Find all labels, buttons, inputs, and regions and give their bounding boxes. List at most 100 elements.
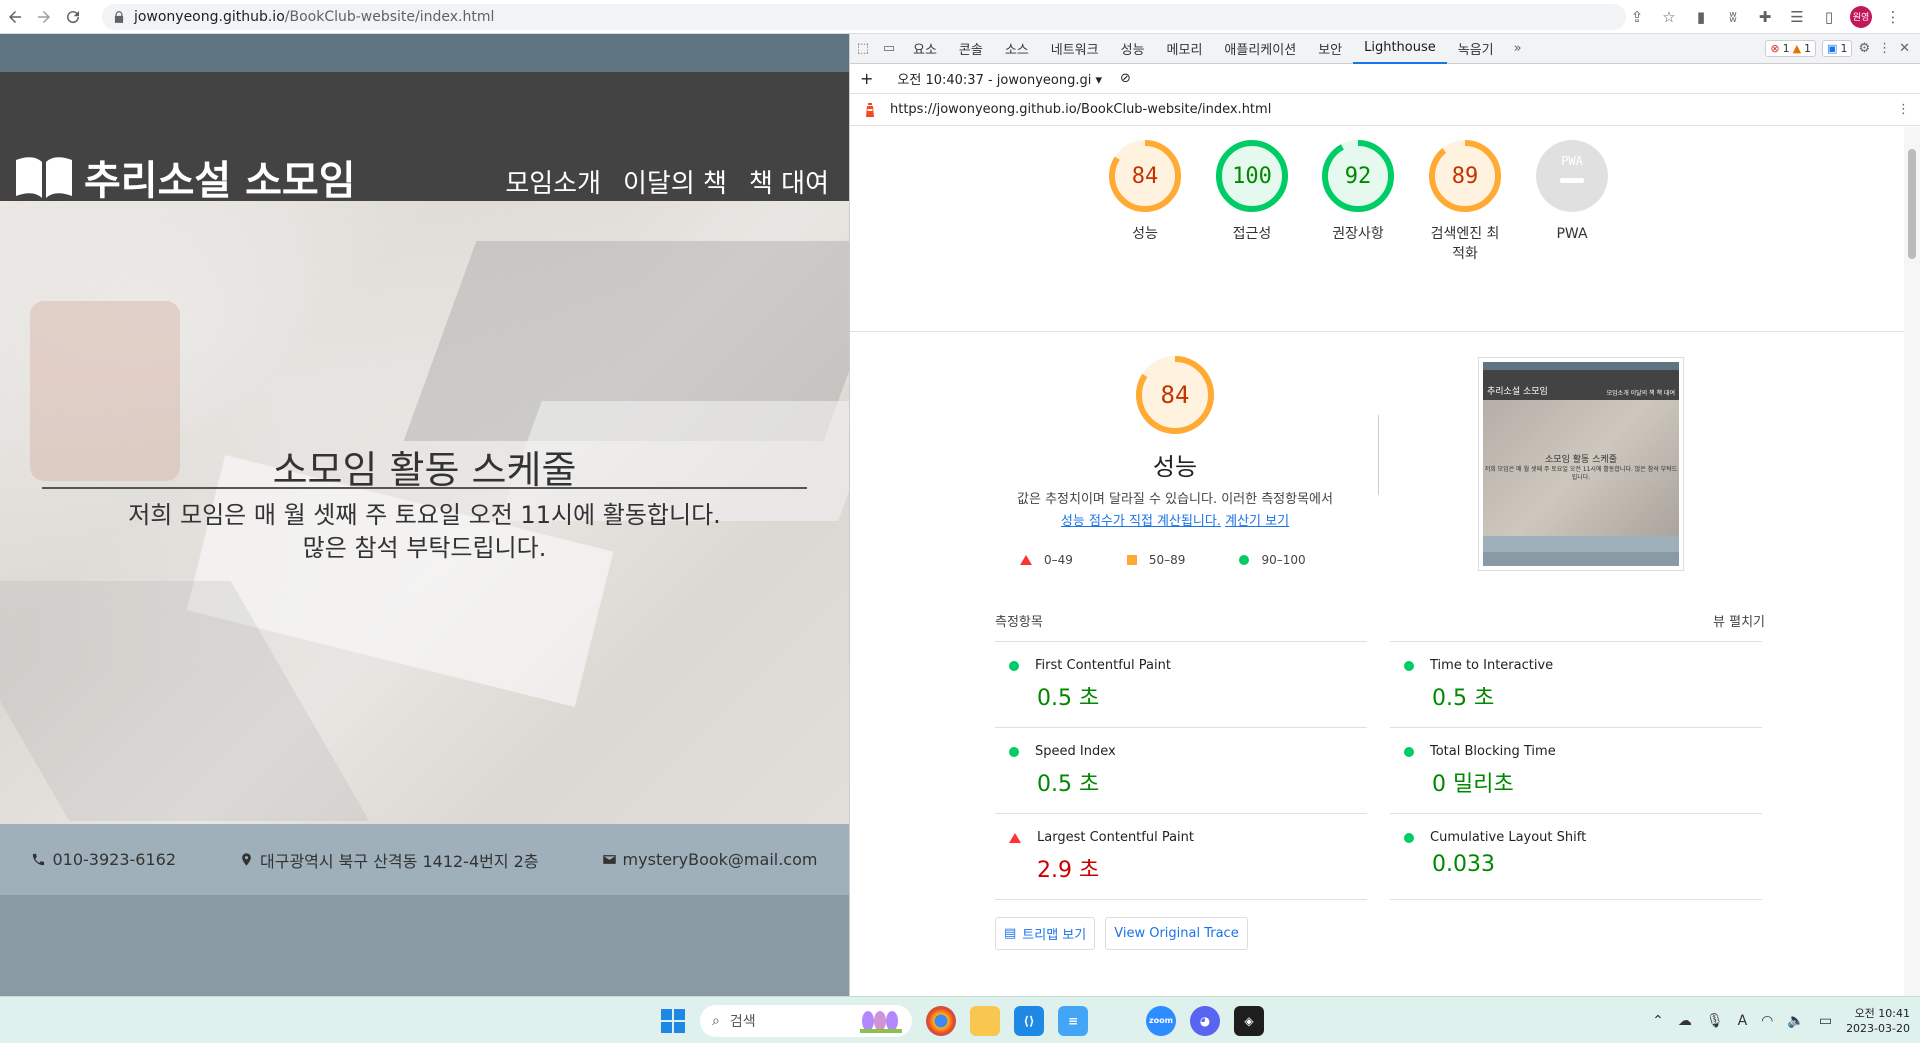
- device-toolbar-icon[interactable]: ▭: [876, 36, 902, 62]
- tab-performance[interactable]: 성능: [1110, 34, 1156, 64]
- report-selector[interactable]: 오전 10:40:37 - jowonyeong.gi ▾: [883, 69, 1102, 88]
- metric-value: 0.5 초: [1432, 686, 1495, 711]
- site-header: 추리소설 소모임 모임소개 이달의 책 책 대여: [0, 72, 849, 204]
- reload-icon: [67, 10, 80, 23]
- tab-elements[interactable]: 요소: [902, 34, 948, 64]
- gauge-seo[interactable]: 89 검색엔진 최적화: [1410, 140, 1520, 264]
- metric-name: Time to Interactive: [1430, 658, 1554, 673]
- more-tabs-icon[interactable]: »: [1505, 36, 1531, 62]
- gauge-ring: PWA: [1536, 140, 1608, 212]
- tab-console[interactable]: 콘솔: [948, 34, 994, 64]
- treemap-button[interactable]: ▤ 트리맵 보기: [995, 917, 1096, 950]
- view-trace-button[interactable]: View Original Trace: [1105, 917, 1248, 950]
- tab-memory[interactable]: 메모리: [1156, 34, 1214, 64]
- footer-address: 대구광역시 북구 산격동 1412-4번지 2층: [239, 848, 539, 872]
- report-menu-icon[interactable]: ⋮: [1897, 102, 1910, 117]
- nav-book-of-month[interactable]: 이달의 책: [623, 163, 727, 200]
- side-panel-icon[interactable]: ▯: [1818, 6, 1840, 28]
- profile-avatar[interactable]: 원영: [1850, 5, 1873, 28]
- zoom-icon[interactable]: zoom: [1146, 1005, 1176, 1036]
- footer-phone-text: 010-3923-6162: [52, 850, 177, 869]
- final-screenshot[interactable]: 추리소설 소모임 모임소개 이달의 책 책 대여 소모임 활동 스케줄 저희 모임…: [1478, 357, 1684, 571]
- performance-title: 성능: [1152, 453, 1198, 481]
- tab-security[interactable]: 보안: [1307, 34, 1353, 64]
- tab-sources[interactable]: 소스: [994, 34, 1040, 64]
- new-report-icon[interactable]: +: [860, 69, 873, 88]
- discord-icon[interactable]: ◕: [1190, 1005, 1220, 1036]
- expand-view-toggle[interactable]: 뷰 펼치기: [1713, 611, 1765, 630]
- console-counts-badge[interactable]: ⊗ 1 ▲ 1: [1765, 40, 1817, 57]
- thumb-strip: [1483, 362, 1679, 370]
- metric-value: 0.033: [1432, 852, 1495, 877]
- scrollbar-thumb[interactable]: [1908, 149, 1916, 259]
- puzzle-icon[interactable]: ✚: [1754, 6, 1776, 28]
- inspect-element-icon[interactable]: ⬚: [850, 36, 876, 62]
- gauge-performance[interactable]: 84 성능: [1090, 140, 1200, 244]
- reading-list-icon[interactable]: ☰: [1786, 6, 1808, 28]
- hero-title: 소모임 활동 스케줄: [272, 448, 577, 492]
- nav-book-rental[interactable]: 책 대여: [749, 163, 829, 200]
- vscode-icon[interactable]: ⟨⟩: [1014, 1005, 1044, 1036]
- clear-icon[interactable]: ⊘: [1112, 71, 1131, 86]
- legend-pass-label: 90–100: [1261, 553, 1306, 567]
- notepad-icon[interactable]: ≡: [1058, 1005, 1088, 1036]
- metric-name: Total Blocking Time: [1430, 744, 1556, 759]
- legend-fail-label: 0–49: [1044, 553, 1073, 567]
- back-button[interactable]: [0, 2, 29, 32]
- volume-icon[interactable]: 🔈: [1787, 1013, 1804, 1029]
- onedrive-cloud-icon[interactable]: ☁: [1678, 1013, 1692, 1029]
- report-scrollbar[interactable]: [1904, 127, 1920, 996]
- taskbar-clock[interactable]: 오전 10:41 2023-03-20: [1846, 1006, 1910, 1036]
- taskbar-search[interactable]: ⌕ 검색: [700, 1004, 912, 1037]
- ime-indicator[interactable]: A: [1738, 1013, 1748, 1029]
- battery-icon[interactable]: ▭: [1819, 1013, 1832, 1029]
- message-count: 1: [1840, 42, 1848, 55]
- tab-application[interactable]: 애플리케이션: [1213, 34, 1307, 64]
- report-buttons: ▤ 트리맵 보기 View Original Trace: [995, 917, 1248, 950]
- extension-icon[interactable]: ▮: [1690, 6, 1712, 28]
- gauge-best-practices[interactable]: 92 권장사항: [1303, 140, 1413, 244]
- chevron-up-icon[interactable]: ⌃: [1652, 1013, 1664, 1029]
- microphone-icon[interactable]: 🎙: [1706, 1013, 1724, 1029]
- forward-button[interactable]: [29, 2, 58, 32]
- gauge-label: 성능: [1132, 226, 1158, 242]
- pwa-badge-text: PWA: [1561, 154, 1583, 168]
- metric-name: Cumulative Layout Shift: [1430, 830, 1587, 845]
- reload-button[interactable]: [59, 2, 88, 32]
- address-bar[interactable]: jowonyeong.github.io/BookClub-website/in…: [101, 3, 1627, 30]
- wappalyzer-icon[interactable]: ʬ: [1722, 6, 1744, 28]
- treemap-label: 트리맵 보기: [1022, 928, 1087, 943]
- arrow-right-icon: [37, 10, 50, 23]
- tab-lighthouse[interactable]: Lighthouse: [1353, 34, 1447, 64]
- chrome-app-icon[interactable]: [926, 1005, 956, 1036]
- gauge-accessibility[interactable]: 100 접근성: [1197, 140, 1307, 244]
- share-icon[interactable]: ⇪: [1626, 6, 1648, 28]
- bookmark-star-icon[interactable]: ☆: [1658, 6, 1680, 28]
- performance-summary: 84 성능 값은 추정치이며 달라질 수 있습니다. 이러한 측정항목에서 성능…: [850, 355, 1905, 575]
- close-icon[interactable]: ✕: [1899, 41, 1910, 56]
- calculator-link[interactable]: 계산기 보기: [1225, 514, 1289, 529]
- lighthouse-icon: [866, 102, 874, 117]
- tab-recorder[interactable]: 녹음기: [1447, 34, 1505, 64]
- gauge-label: 접근성: [1232, 226, 1272, 242]
- site-logo[interactable]: 추리소설 소모임: [14, 148, 356, 206]
- figma-icon[interactable]: ◈: [1234, 1005, 1264, 1036]
- wifi-icon[interactable]: ◠: [1761, 1013, 1773, 1029]
- file-explorer-icon[interactable]: [970, 1005, 1000, 1036]
- score-calc-link[interactable]: 성능 점수가 직접 계산됩니다.: [1061, 514, 1221, 529]
- settings-gear-icon[interactable]: ⚙: [1858, 41, 1870, 56]
- devtools-menu-icon[interactable]: ⋮: [1878, 41, 1891, 56]
- clock-time: 오전 10:41: [1854, 1006, 1910, 1020]
- lock-icon: [114, 10, 124, 23]
- report-selector-text: 오전 10:40:37 - jowonyeong.gi: [897, 73, 1092, 88]
- gauge-pwa[interactable]: PWA PWA: [1517, 140, 1627, 244]
- tab-network[interactable]: 네트워크: [1040, 34, 1110, 64]
- metric-name: Speed Index: [1035, 744, 1116, 759]
- windows-start-icon[interactable]: [660, 1008, 686, 1034]
- nav-about[interactable]: 모임소개: [505, 163, 601, 200]
- report-url-bar: https://jowonyeong.github.io/BookClub-we…: [850, 94, 1920, 126]
- messages-badge[interactable]: ▣ 1: [1822, 40, 1853, 57]
- apple-icon[interactable]: [1102, 1006, 1132, 1036]
- menu-icon[interactable]: ⋮: [1882, 6, 1904, 28]
- green-circle-icon: [1239, 555, 1250, 565]
